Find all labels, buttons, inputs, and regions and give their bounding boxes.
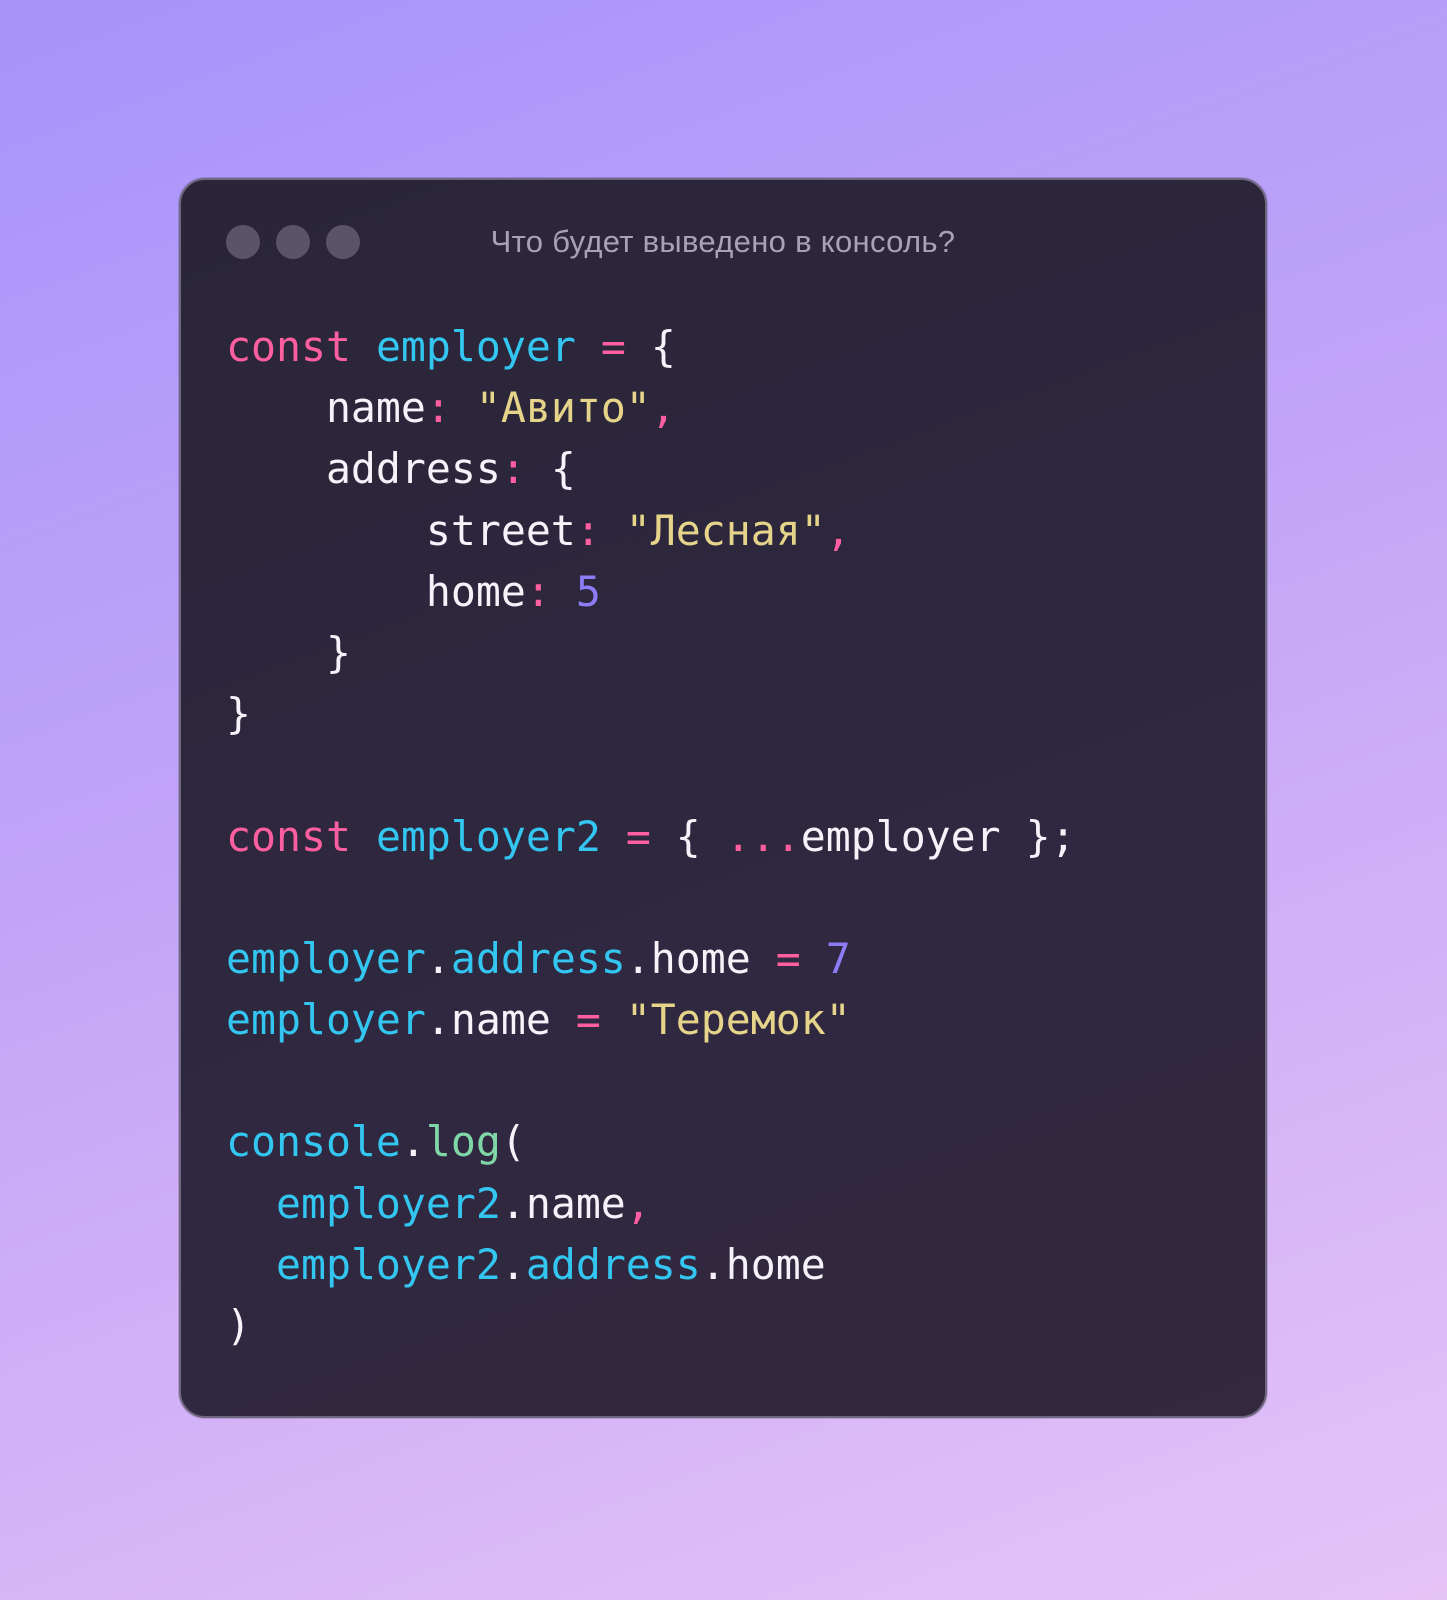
code-token: .home <box>625 933 776 983</box>
code-token: , <box>625 1178 651 1228</box>
code-token: } <box>226 627 351 677</box>
code-token: const <box>226 811 351 861</box>
code-token: = <box>625 811 651 861</box>
code-token: ( <box>500 1117 526 1167</box>
code-token: { <box>525 444 576 494</box>
code-token: , <box>825 505 851 555</box>
code-token: employer2 <box>275 1178 501 1228</box>
code-token: address <box>450 933 626 983</box>
code-token: : <box>575 505 601 555</box>
code-line: employer2.name, <box>226 1173 1076 1234</box>
code-token: 5 <box>575 566 601 616</box>
code-line: const employer2 = { ...employer }; <box>226 806 1076 867</box>
code-token: : <box>500 444 526 494</box>
code-token: .name <box>500 1178 626 1228</box>
code-token: employer2 <box>375 811 601 861</box>
code-line: employer2.address.home <box>226 1234 1076 1295</box>
code-token: = <box>600 322 626 371</box>
code-line: street: "Лесная", <box>226 500 1076 561</box>
code-token: "Лесная" <box>625 505 826 555</box>
window-titlebar: Что будет выведено в консоль? <box>181 180 1265 300</box>
code-token: .name <box>425 995 576 1045</box>
code-token: employer <box>375 322 576 371</box>
code-token: ... <box>725 811 801 861</box>
code-token: name <box>226 383 426 433</box>
code-window: Что будет выведено в консоль? const empl… <box>179 178 1267 1418</box>
code-line: console.log( <box>226 1111 1076 1172</box>
code-token: "Авито" <box>475 383 651 433</box>
window-title: Что будет выведено в консоль? <box>490 224 956 259</box>
code-token: , <box>650 383 676 433</box>
code-token: = <box>775 933 801 983</box>
code-line: ) <box>226 1295 1076 1356</box>
code-token: employer } <box>800 811 1051 861</box>
code-token: console <box>226 1117 401 1167</box>
code-token: . <box>425 933 451 983</box>
code-token: . <box>400 1117 426 1167</box>
code-token: { <box>625 322 676 371</box>
code-token: : <box>525 566 551 616</box>
code-line: home: 5 <box>226 561 1076 622</box>
code-block: const employer = { name: "Авито", addres… <box>226 316 1076 1356</box>
code-token: 7 <box>825 933 851 983</box>
code-token: } <box>226 689 251 739</box>
code-line: } <box>226 683 1076 744</box>
code-token: const <box>226 322 351 371</box>
code-line: employer.address.home = 7 <box>226 928 1076 989</box>
code-token: "Теремок" <box>625 995 851 1045</box>
code-token: ) <box>226 1301 251 1350</box>
code-token: address <box>525 1239 701 1289</box>
code-token: employer <box>226 995 426 1045</box>
code-token: ; <box>1050 811 1076 861</box>
code-token: log <box>425 1117 501 1167</box>
code-line: } <box>226 622 1076 683</box>
code-line: name: "Авито", <box>226 377 1076 438</box>
code-token: home <box>226 566 526 616</box>
code-token: street <box>226 505 576 555</box>
code-token: . <box>500 1239 526 1289</box>
code-token: address <box>226 444 501 494</box>
code-token: employer <box>226 933 426 983</box>
code-token: { <box>650 811 726 861</box>
code-line: const employer = { <box>226 316 1076 377</box>
code-token: : <box>425 383 451 433</box>
code-line: employer.name = "Теремок" <box>226 989 1076 1050</box>
code-line: address: { <box>226 438 1076 499</box>
code-token: .home <box>700 1239 826 1289</box>
code-token: = <box>575 995 601 1045</box>
code-token: employer2 <box>275 1239 501 1289</box>
